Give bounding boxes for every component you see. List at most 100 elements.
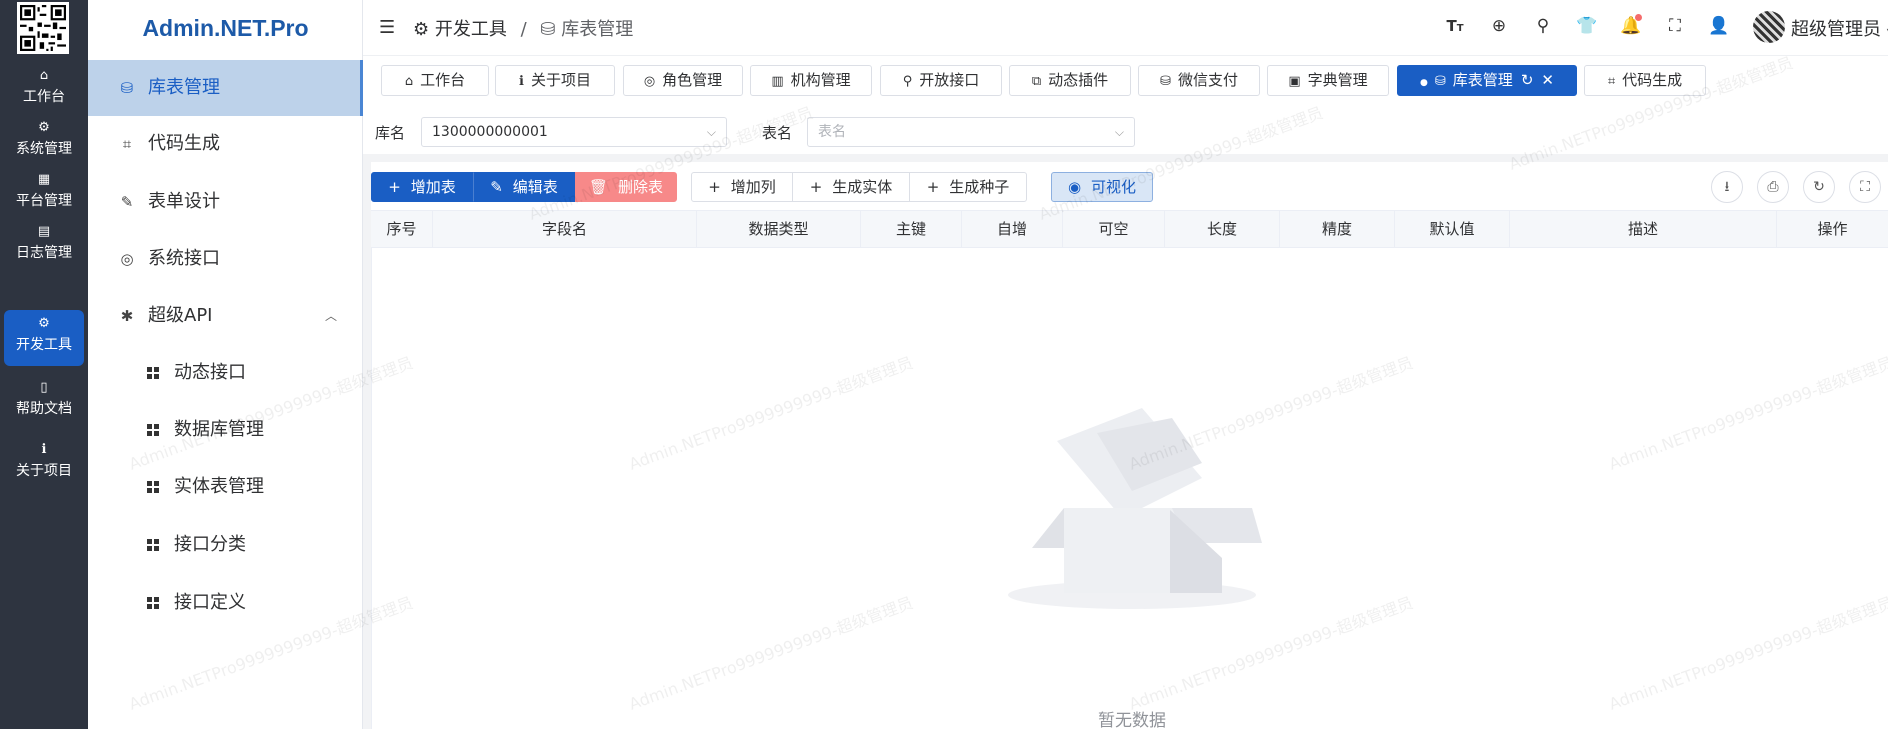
column-header: 可空: [1063, 211, 1165, 248]
book-icon: ▯: [40, 380, 48, 395]
info-icon: ℹ: [519, 74, 524, 89]
chevron-down-icon: ⌵: [1114, 125, 1124, 139]
rail-item-about[interactable]: ℹ 关于项目: [4, 436, 84, 492]
button-label: 生成种子: [949, 178, 1010, 196]
plus-icon: +: [708, 178, 721, 196]
rail-item-logs[interactable]: ▤ 日志管理: [4, 218, 84, 274]
generate-seed-button[interactable]: + 生成种子: [909, 172, 1027, 202]
button-label: 增加表: [410, 178, 456, 196]
tab-about[interactable]: ℹ 关于项目: [495, 65, 615, 96]
rail-item-system[interactable]: ⚙ 系统管理: [4, 114, 84, 170]
menu-item-code-gen[interactable]: ⌗ 代码生成: [88, 116, 363, 172]
tab-dictionary[interactable]: ▣ 字典管理: [1267, 65, 1389, 96]
menu-item-db-table[interactable]: ⛁ 库表管理: [88, 60, 363, 116]
user-icon[interactable]: 👤: [1707, 14, 1731, 38]
menu-subitem-entity-table[interactable]: 实体表管理: [88, 459, 363, 515]
tab-label: 工作台: [420, 71, 466, 89]
menu-subitem-api-category[interactable]: 接口分类: [88, 517, 363, 573]
table-select-placeholder: 表名: [818, 124, 846, 140]
font-size-icon[interactable]: TT: [1443, 14, 1467, 38]
grid-icon: [144, 517, 162, 573]
menu-item-super-api[interactable]: ✱ 超级API ︿: [88, 288, 363, 344]
tab-label: 动态插件: [1048, 71, 1109, 89]
column-header: 主键: [861, 211, 962, 248]
tab-wechat-pay[interactable]: ⛁ 微信支付: [1138, 65, 1260, 96]
column-header: 自增: [962, 211, 1063, 248]
menu-subitem-dynamic-api[interactable]: 动态接口: [88, 345, 363, 401]
tab-open-api[interactable]: ⚲ 开放接口: [880, 65, 1002, 96]
bell-icon[interactable]: 🔔: [1619, 14, 1643, 38]
tab-db-table[interactable]: ● ⛁ 库表管理 ↻ ✕: [1397, 65, 1577, 96]
search-icon[interactable]: ⚲: [1531, 14, 1555, 38]
top-header: ☰ ⚙ 开发工具 / ⛁ 库表管理 TT ⊕ ⚲ 👕 🔔 ⛶ 👤 超级管理员 ▾: [363, 0, 1888, 56]
plus-icon: +: [926, 178, 940, 196]
database-icon: ⛁: [540, 19, 556, 40]
menu-subitem-api-definition[interactable]: 接口定义: [88, 575, 363, 631]
add-table-button[interactable]: + 增加表: [371, 172, 473, 202]
tab-label: 开放接口: [919, 71, 980, 89]
close-icon[interactable]: ✕: [1541, 71, 1554, 89]
tab-roles[interactable]: ◎ 角色管理: [623, 65, 743, 96]
refresh-icon[interactable]: ↻: [1803, 171, 1835, 203]
plugin-icon: ⧉: [1031, 74, 1042, 89]
rail-item-label: 帮助文档: [16, 401, 72, 417]
rail-item-platform[interactable]: ▦ 平台管理: [4, 166, 84, 222]
print-icon[interactable]: ⎙: [1757, 171, 1789, 203]
tab-label: 机构管理: [790, 71, 851, 89]
database-icon: ⛁: [120, 79, 134, 97]
table-select[interactable]: 表名 ⌵: [807, 117, 1135, 147]
rail-item-workbench[interactable]: ⌂ 工作台: [4, 62, 84, 118]
side-menu: Admin.NET.Pro ⛁ 库表管理 ⌗ 代码生成 ✎ 表单设计 ◎ 系统接…: [88, 0, 363, 729]
tab-code-gen[interactable]: ⌗ 代码生成: [1584, 65, 1706, 96]
username: 超级管理员: [1791, 19, 1881, 40]
gear-icon: ⚙: [38, 120, 50, 135]
grid-icon: [144, 345, 162, 401]
button-label: 增加列: [730, 178, 776, 196]
tab-label: 字典管理: [1307, 71, 1368, 89]
table-label: 表名: [762, 124, 793, 142]
column-header: 精度: [1280, 211, 1395, 248]
column-header: 默认值: [1395, 211, 1510, 248]
dictionary-icon: ▣: [1288, 74, 1301, 89]
menu-item-label: 接口定义: [174, 592, 246, 613]
column-header: 操作: [1817, 220, 1848, 238]
download-icon[interactable]: ⭳: [1711, 171, 1743, 203]
active-dot-icon: ●: [1420, 78, 1428, 88]
tab-label: 微信支付: [1177, 71, 1238, 89]
menu-item-label: 接口分类: [174, 534, 246, 555]
tab-label: 代码生成: [1622, 71, 1683, 89]
refresh-icon[interactable]: ↻: [1521, 71, 1534, 89]
add-column-button[interactable]: + 增加列: [691, 172, 793, 202]
rail-item-label: 系统管理: [16, 141, 72, 157]
generate-entity-button[interactable]: + 生成实体: [792, 172, 910, 202]
menu-toggle-icon[interactable]: ☰: [379, 17, 395, 38]
tab-plugins[interactable]: ⧉ 动态插件: [1009, 65, 1131, 96]
delete-table-button[interactable]: 🗑 删除表: [575, 172, 677, 202]
table-header: 序号 字段名 数据类型 主键 自增 可空 长度 精度 默认值 描述 操作: [371, 210, 1888, 248]
edit-table-button[interactable]: ✎ 编辑表: [473, 172, 575, 202]
translate-icon[interactable]: ⊕: [1487, 14, 1511, 38]
menu-item-form-design[interactable]: ✎ 表单设计: [88, 174, 363, 230]
menu-item-system-api[interactable]: ◎ 系统接口: [88, 231, 363, 287]
theme-icon[interactable]: 👕: [1575, 14, 1599, 38]
role-icon: ◎: [643, 74, 656, 89]
tab-org[interactable]: ▥ 机构管理: [750, 65, 872, 96]
menu-item-label: 表单设计: [148, 191, 220, 212]
edit-icon: ✎: [120, 193, 134, 211]
fullscreen-icon[interactable]: ⛶: [1663, 14, 1687, 38]
fullscreen-icon[interactable]: ⛶: [1849, 171, 1881, 203]
rail-item-help[interactable]: ▯ 帮助文档: [4, 374, 84, 430]
breadcrumb-item[interactable]: 开发工具: [435, 19, 507, 40]
table-panel: + 增加表 ✎ 编辑表 🗑 删除表 + 增加列 + 生成实体 + 生成种子 ◉ 可视化 ⭳ ⎙…: [371, 162, 1888, 729]
visualize-button[interactable]: ◉ 可视化: [1051, 172, 1153, 202]
grid-icon: ▦: [37, 172, 51, 187]
rail-item-label: 平台管理: [16, 193, 72, 209]
tab-workbench[interactable]: ⌂ 工作台: [381, 65, 489, 96]
menu-subitem-database[interactable]: 数据库管理: [88, 402, 363, 458]
edit-icon: ✎: [490, 178, 503, 196]
db-select[interactable]: 1300000000001 ⌵: [421, 117, 727, 147]
username-dropdown[interactable]: 超级管理员 ▾: [1791, 15, 1888, 41]
home-icon: ⌂: [39, 68, 49, 83]
rail-item-devtools[interactable]: ⚙ 开发工具: [4, 310, 84, 366]
avatar[interactable]: [1753, 11, 1785, 43]
